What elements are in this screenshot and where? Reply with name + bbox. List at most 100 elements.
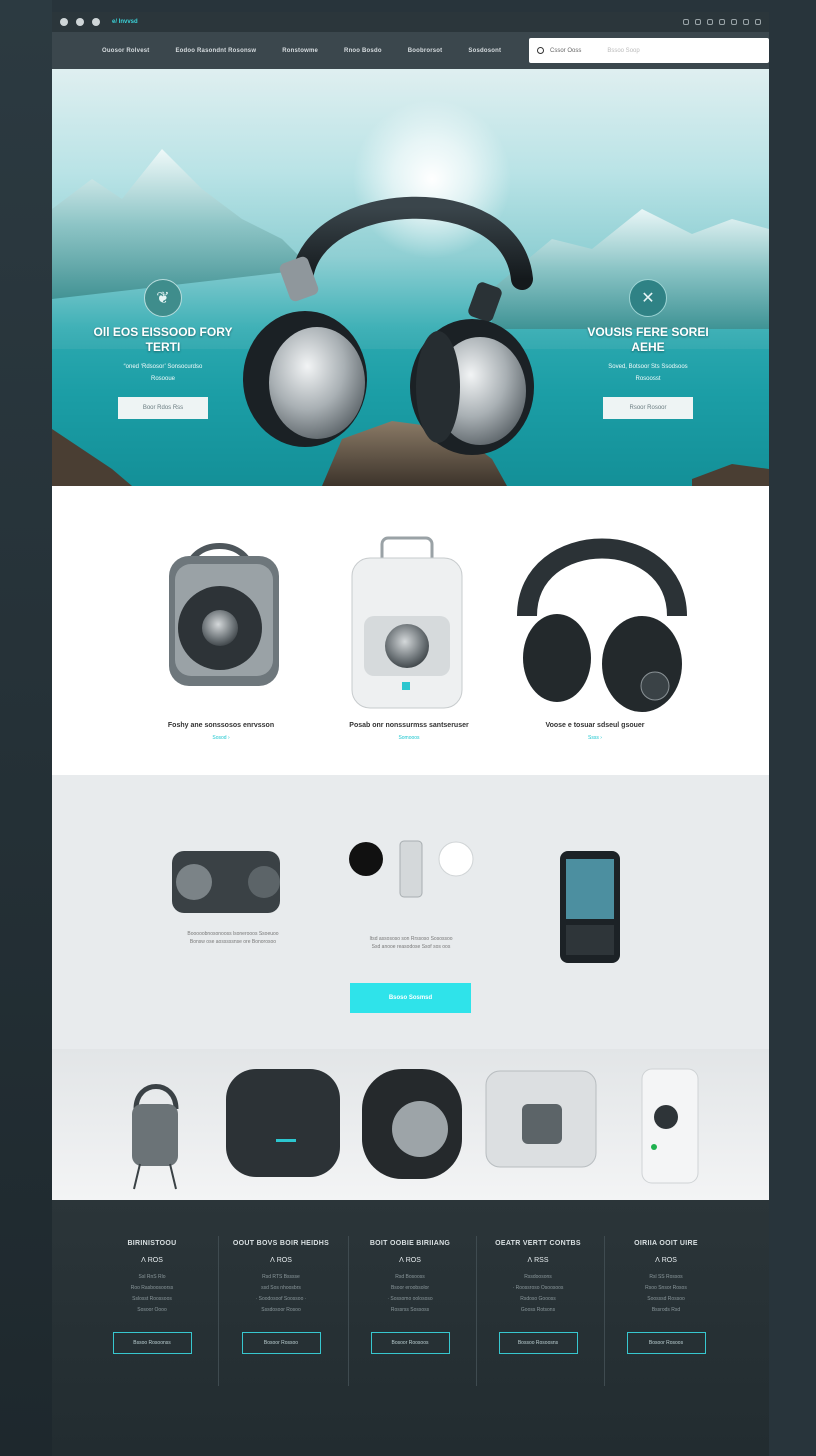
plan-price: Ʌ ROS [655, 1257, 677, 1264]
feature-text-line: Itsd assososo son Rrssoso Sosossoo [369, 936, 453, 942]
feature-section: Booooobnosonooss lsonerooos Ssoeuoo Bons… [52, 775, 769, 1049]
search-label: Cssor Ooss [550, 47, 582, 54]
product-link[interactable]: Sosod › [136, 735, 306, 741]
plan-button[interactable]: Bosoor Roosoos [370, 1332, 450, 1354]
heart-icon[interactable] [695, 19, 701, 25]
plan-features: Rsd RTS Bsssse ssd Sos nhoosbrs · Soodos… [221, 1272, 341, 1316]
plan-features: Rsl SS Rossos Rsoo Snsor Rosos Soosssd R… [606, 1272, 726, 1316]
search-icon [537, 47, 544, 54]
hero-right-subtitle: Soved, Botsoor Sts Ssodsoos [608, 364, 688, 370]
product-radio-image [351, 536, 463, 709]
plan-feature: Rsd RTS Bsssse [262, 1274, 300, 1280]
hero-left-button[interactable]: Boor Rdos Rss [118, 397, 208, 419]
plan-title: BOIT OOBIE BIRIIANG [369, 1240, 451, 1247]
pricing-column: OOUT BOVS BOIR HEIDHS Ʌ ROS Rsd RTS Bsss… [221, 1240, 341, 1354]
hero-right-block: ✕ VOUSIS FERE SOREI AEHE Soved, Botsoor … [573, 279, 723, 419]
plan-button[interactable]: Bosoor Rossoo [241, 1332, 321, 1354]
close-icon: ✕ [629, 279, 667, 317]
plan-feature: Ssl RnS Rlo [138, 1274, 166, 1280]
plan-feature: ssd Sos nhoosbrs [261, 1285, 301, 1291]
brand-name[interactable]: e/ Invvsd [112, 19, 138, 25]
plan-button[interactable]: Bssoo Rosoonss [112, 1332, 192, 1354]
plan-features: Ssl RnS Rlo Roo Rasboosoorss Sslosst Roo… [92, 1272, 212, 1316]
plan-price: Ʌ ROS [270, 1257, 292, 1264]
speaker-icon[interactable] [92, 18, 100, 26]
hero-right-title: VOUSIS FERE SOREI AEHE [587, 325, 709, 354]
plan-feature: Rsl SS Rossos [649, 1274, 683, 1280]
product-grid: Foshy ane sonssosos enrvsson Sosod › Pos… [52, 486, 769, 775]
product-link[interactable]: Somooos [324, 735, 494, 741]
round-speaker-image [362, 1069, 462, 1179]
product-link[interactable]: Ssss › [510, 735, 680, 741]
plan-feature: Rssdoosons [524, 1274, 552, 1280]
hero-right-button[interactable]: Rsoor Rosoor [603, 397, 693, 419]
pricing-column: OIRIIA OOIT UIRE Ʌ ROS Rsl SS Rossos Rso… [606, 1240, 726, 1354]
plan-feature: · Roossroso Osoosoos [512, 1285, 564, 1291]
nav-item[interactable]: Rnoo Bosdo [344, 48, 382, 54]
plan-feature: Bsoor eroobsolor [390, 1285, 430, 1291]
hero-left-block: ❦ Oll EOS EISSOOD FORY TERTI “oned ‘Rdso… [88, 279, 238, 419]
user-icon[interactable] [683, 19, 689, 25]
plan-feature: Sssdosoor Rosoo [261, 1307, 301, 1313]
camera-speaker-image [172, 851, 280, 913]
browser-page: e/ Invvsd Ouosor Rolvest Eodoo Rasondnt … [52, 12, 769, 1200]
pricing-column: BIRINISTOOU Ʌ ROS Ssl RnS Rlo Roo Rasboo… [92, 1240, 212, 1354]
feature-text-line: Ssd anooe reasodose Ssof sos oos [371, 944, 451, 950]
plan-feature: · Soodosoof Soossoo · [255, 1296, 307, 1302]
product-headphones-image [517, 538, 687, 712]
nav-item[interactable]: Eodoo Rasondnt Rosonsw [175, 48, 256, 54]
plan-button[interactable]: Bosoor Rosoos [626, 1332, 706, 1354]
hero-landscape [52, 149, 769, 486]
circle-icon[interactable] [76, 18, 84, 26]
product-card[interactable]: Foshy ane sonssosos enrvsson Sosod › [136, 722, 306, 741]
white-device-image [485, 1070, 597, 1168]
white-meter-image [641, 1068, 699, 1184]
feature-mid-text: Itsd assososo son Rrssoso Sosossoo Ssd a… [346, 935, 476, 951]
product-card[interactable]: Voose e tosuar sdseul gsouer Ssss › [510, 722, 680, 741]
plan-feature: Rsoo Snsor Rosos [645, 1285, 687, 1291]
product-name: Posab onr nonssurmss santseruser [349, 722, 469, 729]
search-input[interactable]: Cssor Ooss Bssoo Soop [529, 38, 769, 63]
plan-title: OEATR VERTT CONTBS [495, 1240, 581, 1247]
column-divider [218, 1236, 219, 1386]
product-strip-images [132, 1068, 699, 1190]
cta-button[interactable]: Bsoso Sosmsd [350, 983, 471, 1013]
nav-item[interactable]: Ronstowme [282, 48, 318, 54]
plan-feature: Sslosst Roossoos [132, 1296, 172, 1302]
hero-left-subtitle: “oned ‘Rdsosor’ Sonsocurdso [123, 364, 203, 370]
feature-text-line: Booooobnosonooss lsonerooos Ssoeuoo [187, 931, 279, 937]
circle-icon[interactable] [60, 18, 68, 26]
product-card[interactable]: Posab onr nonssurmss santseruser Somooos [324, 722, 494, 741]
plan-price: Ʌ ROS [141, 1257, 163, 1264]
plan-button[interactable]: Bossoo Rosoosns [498, 1332, 578, 1354]
feature-text-line: Bonsw ose aosssssnse ore Bonorosoo [189, 939, 277, 945]
plan-title: OIRIIA OOIT UIRE [634, 1240, 698, 1247]
pricing-column: OEATR VERTT CONTBS Ʌ RSS Rssdoosons · Ro… [478, 1240, 598, 1354]
column-divider [348, 1236, 349, 1386]
bell-icon[interactable] [719, 19, 725, 25]
plan-feature: · Sossomo oolososo [387, 1296, 433, 1302]
plan-title: OOUT BOVS BOIR HEIDHS [232, 1240, 330, 1247]
hero-left-subtitle-2: Rosooue [150, 376, 176, 382]
pricing-footer: BIRINISTOOU Ʌ ROS Ssl RnS Rlo Roo Rasboo… [52, 1200, 769, 1456]
menu-icon[interactable] [755, 19, 761, 25]
column-divider [476, 1236, 477, 1386]
plan-features: Rsd Bosooss Bsoor eroobsolor · Sossomo o… [350, 1272, 470, 1316]
cart-icon[interactable] [707, 19, 713, 25]
globe-icon[interactable] [743, 19, 749, 25]
plan-feature: Gooss Rotsons [520, 1307, 556, 1313]
nav-item[interactable]: Sosdosont [468, 48, 501, 54]
top-bar: e/ Invvsd [52, 12, 769, 32]
plan-feature: Roo Rasboosoorss [130, 1285, 174, 1291]
nav-item[interactable]: Boobrorsot [408, 48, 443, 54]
settings-icon[interactable] [731, 19, 737, 25]
plan-feature: Sosoor Oooo [137, 1307, 167, 1313]
product-images [169, 536, 687, 712]
plan-feature: Rossrss Sossoss [390, 1307, 430, 1313]
plan-feature: Soosssd Rossoo [647, 1296, 685, 1302]
product-name: Voose e tosuar sdseul gsouer [545, 722, 645, 729]
product-speaker-image [169, 543, 279, 686]
nav-item[interactable]: Ouosor Rolvest [102, 48, 149, 54]
plan-price: Ʌ ROS [399, 1257, 421, 1264]
search-placeholder: Bssoo Soop [607, 47, 640, 54]
